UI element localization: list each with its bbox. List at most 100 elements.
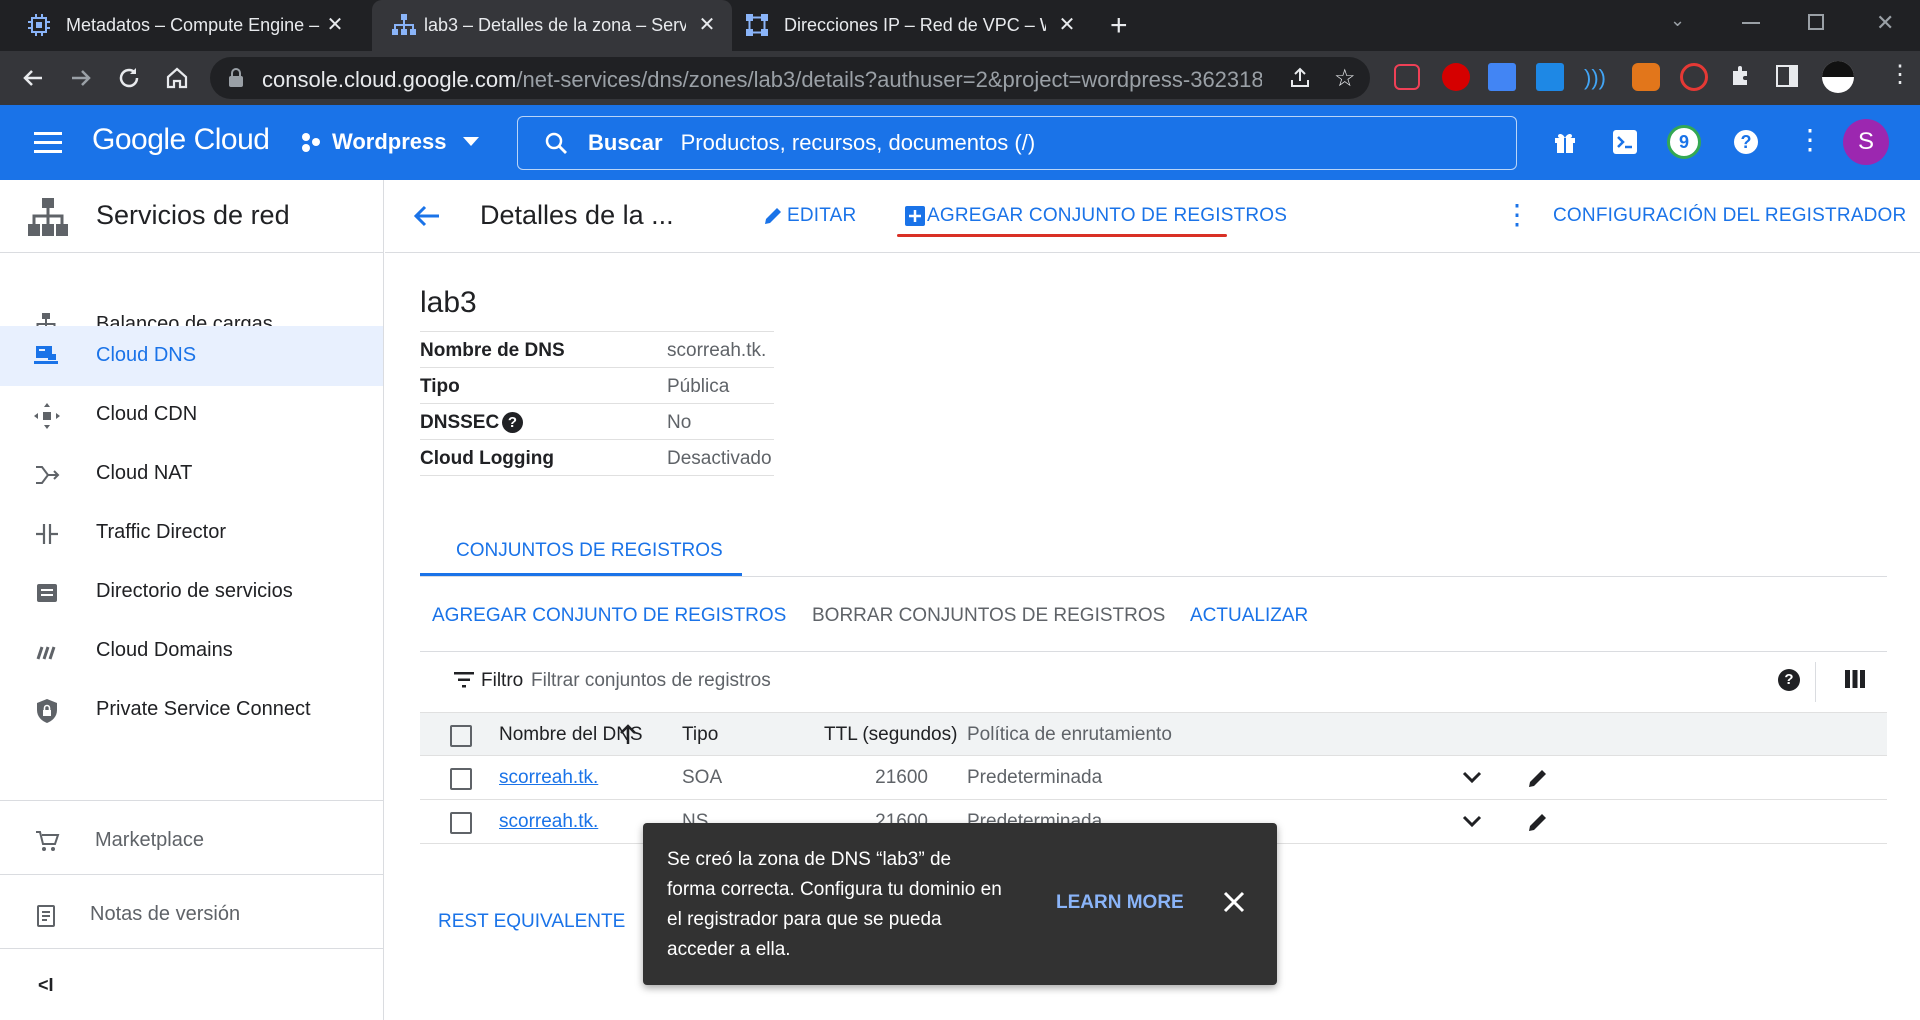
pocket-extension-icon[interactable] — [1394, 64, 1420, 90]
edit-button[interactable]: EDITAR — [763, 205, 856, 227]
more-actions-icon[interactable]: ⋮ — [1503, 201, 1531, 229]
omnibox[interactable]: console.cloud.google.com/net-services/dn… — [210, 57, 1370, 99]
wifi-extension-icon[interactable]: ))) — [1584, 65, 1606, 91]
browser-tab-lab3[interactable]: lab3 – Detalles de la zona – Servic ✕ — [372, 0, 732, 51]
close-tab-icon[interactable]: ✕ — [696, 14, 718, 36]
bookmark-star-icon[interactable]: ☆ — [1334, 64, 1356, 93]
sidebar-item-marketplace[interactable]: Marketplace — [0, 811, 383, 871]
restore-icon[interactable] — [1808, 14, 1824, 30]
search-label: Buscar — [588, 130, 663, 155]
close-window-icon[interactable]: ✕ — [1876, 10, 1894, 36]
network-services-icon — [392, 14, 416, 36]
zone-name-heading: lab3 — [420, 286, 477, 319]
snackbar-message: Se creó la zona de DNS “lab3” de forma c… — [667, 849, 1002, 960]
row-checkbox[interactable] — [450, 768, 472, 790]
edit-pencil-icon[interactable] — [1527, 767, 1549, 789]
back-arrow-icon[interactable] — [413, 203, 441, 229]
search-bar[interactable]: Buscar Productos, recursos, documentos (… — [517, 116, 1517, 170]
nav-divider — [0, 874, 383, 875]
add-record-set-button[interactable]: AGREGAR CONJUNTO DE REGISTROS — [432, 605, 786, 627]
share-icon[interactable] — [1288, 66, 1312, 90]
record-ttl: 21600 — [875, 767, 928, 788]
divider — [1815, 662, 1816, 702]
forward-arrow-icon[interactable] — [68, 65, 96, 93]
minimize-icon[interactable] — [1742, 22, 1760, 24]
home-icon[interactable] — [164, 65, 192, 93]
sidebar-item-cloud-dns[interactable]: Cloud DNS — [0, 326, 383, 386]
detail-row-cloud-logging: Cloud Logging Desactivado — [420, 440, 774, 476]
expand-row-icon[interactable] — [1462, 771, 1482, 785]
tab-title: Direcciones IP – Red de VPC – W — [784, 15, 1046, 35]
sidebar-item-cloud-domains[interactable]: Cloud Domains — [0, 621, 383, 681]
google-cloud-logo[interactable]: Google Cloud — [92, 123, 270, 157]
refresh-button[interactable]: ACTUALIZAR — [1190, 605, 1308, 627]
tab-search-icon[interactable]: ⌄ — [1670, 10, 1685, 31]
expand-row-icon[interactable] — [1462, 815, 1482, 829]
screenshot-extension-icon[interactable] — [1536, 63, 1564, 91]
compute-engine-chip-icon — [28, 14, 50, 36]
row-checkbox[interactable] — [450, 812, 472, 834]
registrar-config-button[interactable]: CONFIGURACIÓN DEL REGISTRADOR — [1553, 205, 1906, 227]
gift-icon[interactable] — [1553, 130, 1577, 154]
project-selector[interactable]: Wordpress — [300, 129, 479, 155]
filter-bar[interactable]: Filtro Filtrar conjuntos de registros ? — [420, 652, 1887, 712]
shopping-cart-icon — [34, 829, 60, 855]
sidebar-item-traffic-director[interactable]: Traffic Director — [0, 503, 383, 563]
extensions-puzzle-icon[interactable] — [1728, 63, 1754, 89]
release-notes-icon — [34, 903, 60, 929]
page-toolbar: Detalles de la ... EDITAR AGREGAR CONJUN… — [385, 180, 1920, 253]
side-panel-icon[interactable] — [1776, 65, 1798, 87]
notifications-badge[interactable]: 9 — [1667, 125, 1701, 159]
red-annotation-underline — [897, 234, 1227, 237]
project-name: Wordpress — [332, 129, 447, 154]
dns-name-link[interactable]: scorreah.tk. — [499, 811, 598, 833]
column-display-icon[interactable] — [1845, 669, 1865, 689]
column-header-routing-policy[interactable]: Política de enrutamiento — [967, 724, 1172, 746]
collapse-nav-icon[interactable]: <I — [38, 975, 54, 996]
filter-input[interactable]: Filtrar conjuntos de registros — [531, 670, 771, 692]
browser-tab-ip-addresses[interactable]: Direcciones IP – Red de VPC – W ✕ — [732, 0, 1092, 51]
hamburger-menu-icon[interactable] — [34, 132, 62, 154]
profile-avatar[interactable] — [1822, 61, 1854, 93]
arrow-up-sort-icon[interactable] — [618, 723, 638, 745]
sidebar-item-cloud-cdn[interactable]: Cloud CDN — [0, 385, 383, 445]
tab-title: Metadatos – Compute Engine – W — [66, 15, 322, 35]
browser-tab-metadata[interactable]: Metadatos – Compute Engine – W ✕ — [0, 0, 360, 51]
cloud-shell-icon[interactable] — [1613, 130, 1637, 154]
more-options-icon[interactable]: ⋮ — [1796, 125, 1824, 155]
back-arrow-icon[interactable] — [20, 65, 48, 93]
help-icon[interactable]: ? — [1734, 130, 1758, 154]
translate-extension-icon[interactable] — [1488, 63, 1516, 91]
help-icon[interactable]: ? — [1778, 669, 1800, 691]
tab-record-sets[interactable]: CONJUNTOS DE REGISTROS — [420, 521, 742, 577]
private-service-connect-icon — [34, 698, 60, 724]
search-placeholder: Productos, recursos, documentos (/) — [680, 130, 1036, 155]
adblock-extension-icon[interactable] — [1442, 63, 1470, 91]
new-tab-icon[interactable]: + — [1110, 11, 1128, 41]
edit-pencil-icon[interactable] — [1527, 811, 1549, 833]
select-all-checkbox[interactable] — [450, 725, 472, 747]
table-header-row: Nombre del DNS Tipo TTL (segundos) Polít… — [420, 712, 1887, 756]
column-header-type[interactable]: Tipo — [682, 724, 718, 746]
rest-equivalent-link[interactable]: REST EQUIVALENTE — [438, 911, 625, 933]
blocker-extension-icon[interactable] — [1680, 63, 1708, 91]
metamask-extension-icon[interactable] — [1632, 63, 1660, 91]
help-icon[interactable]: ? — [502, 412, 523, 433]
add-record-set-toolbar-button[interactable]: AGREGAR CONJUNTO DE REGISTROS — [905, 205, 1287, 227]
account-avatar[interactable]: S — [1843, 119, 1889, 165]
sidebar-item-service-directory[interactable]: Directorio de servicios — [0, 562, 383, 622]
sidebar-item-cloud-nat[interactable]: Cloud NAT — [0, 444, 383, 504]
browser-menu-icon[interactable]: ⋮ — [1888, 63, 1912, 87]
close-tab-icon[interactable]: ✕ — [324, 14, 346, 36]
sidebar-item-release-notes[interactable]: Notas de versión — [0, 885, 383, 945]
table-row: scorreah.tk. SOA 21600 Predeterminada — [420, 756, 1887, 800]
active-tab-indicator — [420, 573, 742, 576]
close-icon[interactable] — [1223, 891, 1245, 913]
reload-icon[interactable] — [116, 65, 144, 93]
sidebar-item-private-service-connect[interactable]: Private Service Connect — [0, 680, 383, 740]
column-header-ttl[interactable]: TTL (segundos) — [824, 724, 957, 746]
learn-more-button[interactable]: LEARN MORE — [1056, 892, 1184, 914]
delete-record-sets-button[interactable]: BORRAR CONJUNTOS DE REGISTROS — [812, 605, 1165, 627]
close-tab-icon[interactable]: ✕ — [1056, 14, 1078, 36]
dns-name-link[interactable]: scorreah.tk. — [499, 767, 598, 789]
